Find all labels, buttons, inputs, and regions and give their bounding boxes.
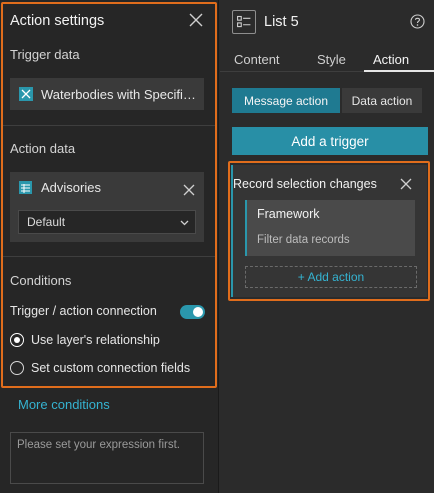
action-item-subtitle: Filter data records <box>257 234 350 246</box>
expression-input[interactable]: Please set your expression first. <box>10 432 204 484</box>
action-settings-panel: Action settings Trigger data Waterbodies… <box>0 0 219 493</box>
trigger-data-item[interactable]: Waterbodies with Specific… <box>10 78 204 110</box>
close-icon[interactable] <box>188 12 204 28</box>
trigger-data-label: Trigger data <box>10 47 80 62</box>
layer-icon <box>19 87 33 101</box>
tab-style[interactable]: Style <box>317 52 346 67</box>
table-icon <box>19 181 32 194</box>
add-trigger-button[interactable]: Add a trigger <box>232 127 428 155</box>
radio-button[interactable] <box>10 361 24 375</box>
tab-bar: Content Style Action <box>220 46 434 72</box>
view-select-value: Default <box>27 215 66 229</box>
conditions-label: Conditions <box>10 273 72 288</box>
active-tab-indicator <box>364 70 434 72</box>
more-conditions-link[interactable]: More conditions <box>18 397 110 412</box>
tab-content[interactable]: Content <box>234 52 280 67</box>
connection-toggle-label: Trigger / action connection <box>10 304 157 318</box>
divider <box>3 256 216 257</box>
radio-button[interactable] <box>10 333 24 347</box>
trigger-data-name: Waterbodies with Specific… <box>41 86 201 102</box>
radio-custom-fields[interactable]: Set custom connection fields <box>10 361 190 375</box>
message-action-button[interactable]: Message action <box>232 88 340 113</box>
action-item-title: Framework <box>257 207 320 221</box>
trigger-card-title: Record selection changes <box>233 177 377 191</box>
action-data-item: Advisories Default <box>10 172 204 242</box>
list-widget-icon <box>232 10 256 34</box>
data-action-button[interactable]: Data action <box>342 88 422 113</box>
action-data-name: Advisories <box>41 180 101 195</box>
close-icon[interactable] <box>400 178 412 190</box>
radio-layer-relationship[interactable]: Use layer's relationship <box>10 333 160 347</box>
radio-label: Use layer's relationship <box>31 333 160 347</box>
add-action-button[interactable]: + Add action <box>245 266 417 288</box>
widget-settings-panel: List 5 Content Style Action Message acti… <box>220 0 434 493</box>
divider <box>3 125 216 126</box>
connection-toggle[interactable] <box>180 305 205 319</box>
panel-title: Action settings <box>10 13 105 29</box>
help-icon[interactable] <box>410 14 425 29</box>
widget-title: List 5 <box>264 14 299 30</box>
tab-action[interactable]: Action <box>373 52 409 67</box>
action-data-label: Action data <box>10 141 76 156</box>
chevron-down-icon <box>180 220 189 226</box>
view-select[interactable]: Default <box>18 210 196 234</box>
remove-icon[interactable] <box>183 184 195 196</box>
radio-label: Set custom connection fields <box>31 361 191 375</box>
